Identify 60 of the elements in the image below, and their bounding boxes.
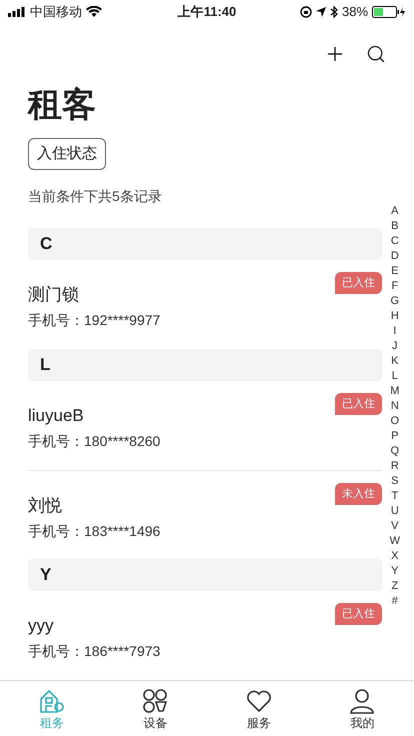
person-icon [348, 686, 376, 714]
section-header: C [28, 228, 382, 260]
tenant-phone: 手机号：186****7973 [28, 642, 160, 661]
section-header: L [28, 349, 382, 381]
index-letter[interactable]: E [391, 264, 398, 279]
carrier-name: 中国移动 [30, 3, 82, 22]
index-letter[interactable]: G [390, 294, 400, 309]
index-letter[interactable]: D [390, 249, 399, 264]
index-letter[interactable]: I [393, 324, 396, 339]
clock-time: 上午11:40 [178, 3, 236, 22]
page-title: 租客 [28, 85, 96, 126]
tenant-name: 测门锁 [28, 284, 79, 306]
battery-icon [372, 6, 406, 18]
index-letter[interactable]: C [390, 234, 399, 249]
bluetooth-icon [330, 6, 338, 18]
location-icon [316, 7, 326, 17]
index-letter[interactable]: J [392, 339, 398, 354]
status-tag: 已入住 [335, 272, 382, 294]
index-letter[interactable]: V [391, 519, 398, 534]
tenant-name: yyy [28, 615, 54, 637]
status-tag: 未入住 [335, 483, 382, 505]
index-letter[interactable]: N [390, 399, 399, 414]
tenant-phone: 手机号：192****9977 [28, 311, 160, 330]
battery-percent: 38% [342, 3, 368, 22]
index-letter[interactable]: # [392, 594, 398, 609]
index-letter[interactable]: H [390, 309, 399, 324]
signal-icon [8, 7, 26, 17]
index-letter[interactable]: Z [391, 579, 398, 594]
tab-button[interactable]: 设备 [104, 681, 207, 736]
tenant-name: liuyueB [28, 405, 84, 427]
index-letter[interactable]: M [390, 384, 400, 399]
tenant-phone: 手机号：183****1496 [28, 522, 160, 541]
index-letter[interactable]: W [390, 534, 400, 549]
index-letter[interactable]: L [392, 369, 398, 384]
rotation-lock-icon [300, 6, 312, 18]
wifi-icon [86, 6, 102, 18]
search-button[interactable] [366, 44, 386, 64]
index-letter[interactable]: R [390, 459, 399, 474]
tab-button[interactable]: 服务 [207, 681, 310, 736]
index-letter[interactable]: Q [390, 444, 400, 459]
grid-icon [141, 686, 170, 714]
index-letter[interactable]: Y [391, 564, 398, 579]
index-letter[interactable]: K [391, 354, 398, 369]
index-letter[interactable]: T [391, 489, 398, 504]
index-letter[interactable]: O [390, 414, 400, 429]
index-letter[interactable]: F [391, 279, 398, 294]
index-letter[interactable]: P [391, 429, 398, 444]
status-tag: 已入住 [335, 393, 382, 415]
tenant-name: 刘悦 [28, 495, 62, 517]
index-letter[interactable]: S [391, 474, 398, 489]
filter-button[interactable]: 入住状态 [28, 138, 106, 170]
tenant-phone: 手机号：180****8260 [28, 432, 160, 451]
index-letter[interactable]: U [390, 504, 399, 519]
record-count: 当前条件下共5条记录 [28, 187, 162, 206]
index-letter[interactable]: X [391, 549, 398, 564]
section-header: Y [28, 559, 382, 591]
index-letter[interactable]: B [391, 219, 398, 234]
tab-button[interactable]: 我的 [310, 681, 414, 736]
index-letter[interactable]: A [391, 204, 398, 219]
status-tag: 已入住 [335, 603, 382, 625]
